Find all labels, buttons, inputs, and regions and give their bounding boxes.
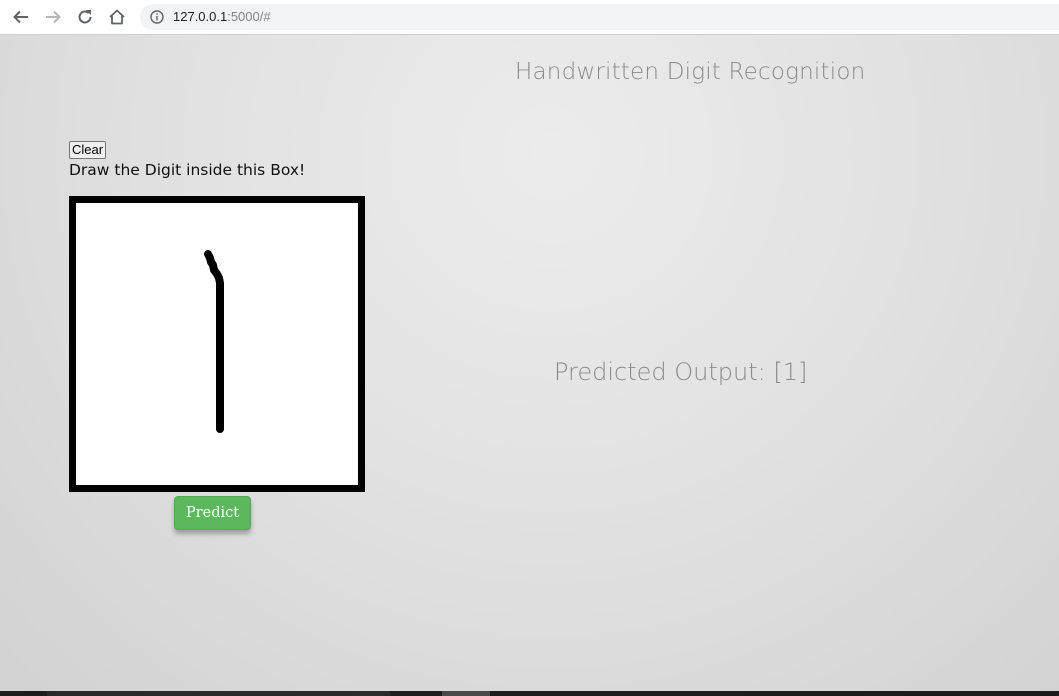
url-path: :5000/# bbox=[227, 9, 271, 24]
drawing-canvas[interactable] bbox=[69, 196, 365, 492]
reload-icon[interactable] bbox=[73, 5, 97, 29]
home-icon[interactable] bbox=[105, 5, 129, 29]
url-text[interactable]: 127.0.0.1:5000/# bbox=[173, 8, 271, 26]
digit-stroke bbox=[204, 250, 224, 433]
address-bar[interactable]: 127.0.0.1:5000/# bbox=[140, 4, 1059, 30]
page-content: Handwritten Digit Recognition Clear Draw… bbox=[0, 35, 1059, 691]
predict-button[interactable]: Predict bbox=[174, 496, 251, 530]
draw-instructions: Draw the Digit inside this Box! bbox=[69, 161, 306, 179]
info-icon[interactable] bbox=[150, 10, 164, 24]
taskbar-segment bbox=[442, 691, 490, 696]
taskbar-edge bbox=[0, 691, 1059, 696]
taskbar-segment bbox=[47, 691, 390, 696]
predicted-output: Predicted Output: [1] bbox=[554, 358, 808, 386]
clear-button[interactable]: Clear bbox=[69, 141, 107, 159]
back-arrow-icon[interactable] bbox=[9, 5, 33, 29]
page-title: Handwritten Digit Recognition bbox=[515, 59, 866, 85]
url-host: 127.0.0.1 bbox=[173, 9, 228, 24]
browser-toolbar: 127.0.0.1:5000/# bbox=[0, 0, 1059, 35]
forward-arrow-icon[interactable] bbox=[41, 5, 65, 29]
